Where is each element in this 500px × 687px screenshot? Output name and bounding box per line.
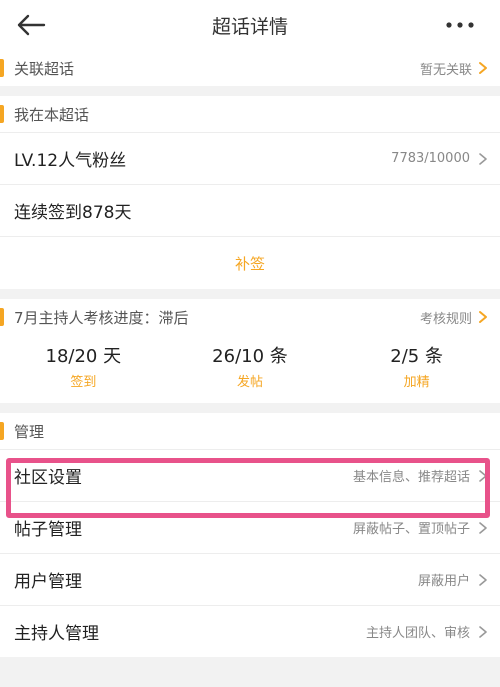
chevron-right-icon xyxy=(479,62,487,74)
more-button[interactable] xyxy=(442,12,478,38)
user-management-label: 用户管理 xyxy=(14,572,82,592)
section-gap xyxy=(0,403,500,413)
post-management-detail-text: 屏蔽帖子、置顶帖子 xyxy=(352,522,470,537)
screen: 超话详情 关联超话 暂无关联 我在本超话 LV.12人气粉丝 7783/1000… xyxy=(0,0,500,687)
user-management-detail-text: 屏蔽用户 xyxy=(417,574,470,589)
stat-posts: 26/10 条 发帖 xyxy=(170,342,330,390)
stat-value: 18/20 天 xyxy=(45,346,122,367)
host-management-row[interactable]: 主持人管理 主持人团队、审核 xyxy=(0,605,500,657)
my-in-topic-section: 我在本超话 LV.12人气粉丝 7783/10000 连续签到878天 补签 xyxy=(0,96,500,289)
chevron-right-icon xyxy=(479,625,487,638)
page-title: 超话详情 xyxy=(211,15,288,38)
user-management-detail: 屏蔽用户 xyxy=(418,570,488,589)
stat-label: 发帖 xyxy=(236,375,263,390)
chevron-right-icon xyxy=(479,152,487,165)
makeup-checkin-button[interactable]: 补签 xyxy=(0,236,500,289)
management-section: 管理 社区设置 基本信息、推荐超话 帖子管理 屏蔽帖子、置顶帖子 用户管理 屏蔽… xyxy=(0,413,500,657)
related-section: 关联超话 暂无关联 xyxy=(0,50,500,86)
host-management-detail: 主持人团队、审核 xyxy=(366,622,488,641)
assessment-section: 7月主持人考核进度：滞后 考核规则 18/20 天 签到 26/10 条 发帖 … xyxy=(0,299,500,403)
checkin-label: 连续签到878天 xyxy=(14,203,132,223)
section-gap xyxy=(0,289,500,299)
checkin-row: 连续签到878天 xyxy=(0,184,500,236)
assessment-stats: 18/20 天 签到 26/10 条 发帖 2/5 条 加精 xyxy=(0,335,500,403)
my-in-topic-header: 我在本超话 xyxy=(0,96,500,132)
post-management-label: 帖子管理 xyxy=(14,520,82,540)
related-header[interactable]: 关联超话 暂无关联 xyxy=(0,50,500,86)
more-dots-icon xyxy=(446,22,474,28)
assessment-title: 7月主持人考核进度：滞后 xyxy=(14,308,189,327)
management-header: 管理 xyxy=(0,413,500,449)
community-settings-label: 社区设置 xyxy=(14,468,82,488)
community-settings-row[interactable]: 社区设置 基本信息、推荐超话 xyxy=(0,449,500,501)
related-status-text: 暂无关联 xyxy=(419,62,472,78)
related-title: 关联超话 xyxy=(14,59,75,78)
assessment-header: 7月主持人考核进度：滞后 考核规则 xyxy=(0,299,500,335)
fan-level-progress-text: 7783/10000 xyxy=(391,151,470,166)
section-gap xyxy=(0,86,500,96)
back-arrow-icon xyxy=(17,14,46,36)
fan-level-row[interactable]: LV.12人气粉丝 7783/10000 xyxy=(0,132,500,184)
related-status: 暂无关联 xyxy=(420,59,488,78)
assessment-rules-text: 考核规则 xyxy=(419,311,472,327)
chevron-right-icon xyxy=(479,469,487,482)
chevron-right-icon xyxy=(479,573,487,586)
chevron-right-icon xyxy=(479,311,487,323)
host-management-detail-text: 主持人团队、审核 xyxy=(365,626,470,641)
post-management-row[interactable]: 帖子管理 屏蔽帖子、置顶帖子 xyxy=(0,501,500,553)
stat-value: 2/5 条 xyxy=(390,346,443,367)
user-management-row[interactable]: 用户管理 屏蔽用户 xyxy=(0,553,500,605)
stat-label: 加精 xyxy=(403,375,430,390)
stat-featured: 2/5 条 加精 xyxy=(337,342,497,390)
assessment-rules-link[interactable]: 考核规则 xyxy=(420,308,488,327)
post-management-detail: 屏蔽帖子、置顶帖子 xyxy=(353,518,488,537)
chevron-right-icon xyxy=(479,521,487,534)
management-title: 管理 xyxy=(14,422,45,441)
community-settings-detail-text: 基本信息、推荐超话 xyxy=(352,470,470,485)
stat-value: 26/10 条 xyxy=(212,346,288,367)
back-button[interactable] xyxy=(14,10,48,40)
host-management-label: 主持人管理 xyxy=(14,624,99,644)
fan-level-progress: 7783/10000 xyxy=(391,151,488,166)
community-settings-detail: 基本信息、推荐超话 xyxy=(353,466,488,485)
stat-checkin: 18/20 天 签到 xyxy=(3,342,163,390)
fan-level-label: LV.12人气粉丝 xyxy=(14,151,127,171)
stat-label: 签到 xyxy=(70,375,97,390)
my-in-topic-title: 我在本超话 xyxy=(14,105,90,124)
top-bar: 超话详情 xyxy=(0,0,500,50)
